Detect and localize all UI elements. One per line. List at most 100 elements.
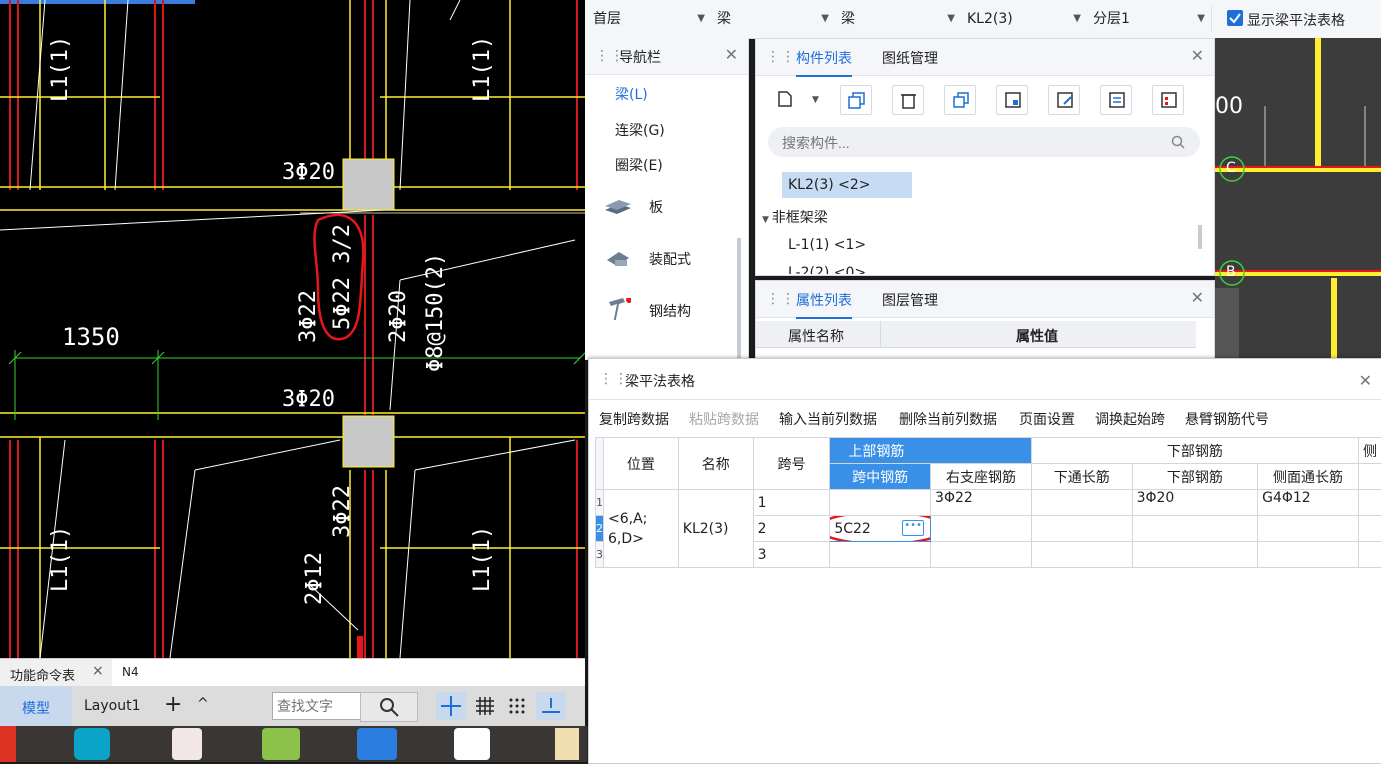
cell-bottom-through[interactable] xyxy=(1031,490,1132,516)
column-header-mid-span[interactable]: 跨中钢筋 xyxy=(830,464,931,490)
paste-span-data-button[interactable]: 粘贴跨数据 xyxy=(689,409,759,429)
cell-span[interactable]: 1 xyxy=(753,490,830,516)
app-icon[interactable] xyxy=(74,728,110,760)
nav-item-coupling-beam[interactable]: 连梁(G) xyxy=(615,120,665,140)
nav-item-ring-beam[interactable]: 圈梁(E) xyxy=(615,155,663,175)
cell-side-through[interactable] xyxy=(1258,516,1359,542)
cell-side-through[interactable]: G4Φ12 xyxy=(1258,490,1359,516)
more-options-icon[interactable]: ••• xyxy=(902,520,924,536)
list-button[interactable] xyxy=(1100,85,1132,115)
cell-mid-span[interactable] xyxy=(830,542,931,568)
column-header-right-support[interactable]: 右支座钢筋 xyxy=(931,464,1032,490)
app-icon[interactable] xyxy=(357,728,397,760)
cell-bottom-bar[interactable] xyxy=(1132,542,1258,568)
new-component-button[interactable] xyxy=(770,85,800,113)
3d-view[interactable]: C B 00 xyxy=(1215,38,1381,360)
command-table-tab[interactable]: 功能命令表 xyxy=(10,665,75,684)
app-icon[interactable] xyxy=(454,728,490,760)
search-input[interactable] xyxy=(780,132,1164,154)
cell-span[interactable]: 2 xyxy=(753,516,830,542)
grid-icon[interactable] xyxy=(472,692,498,720)
swap-start-span-button[interactable]: 调换起始跨 xyxy=(1095,409,1165,429)
list-item[interactable]: L-1(1) <1> xyxy=(788,237,866,253)
show-table-checkbox[interactable] xyxy=(1227,10,1243,26)
folder-icon[interactable] xyxy=(555,728,579,760)
row-number[interactable]: 1 xyxy=(596,490,604,516)
dot-grid-icon[interactable] xyxy=(504,692,530,720)
cell-overflow[interactable] xyxy=(1358,516,1381,542)
copy-button[interactable] xyxy=(840,85,872,115)
tab-layer-management[interactable]: 图层管理 xyxy=(882,290,938,310)
row-number[interactable]: 3 xyxy=(596,542,604,568)
component-select[interactable]: KL2(3)▼ xyxy=(961,6,1088,32)
chevron-up-icon[interactable]: ^ xyxy=(197,696,209,712)
cell-mid-span-editing[interactable]: 5C22 ••• xyxy=(830,516,931,542)
edit-button[interactable] xyxy=(1048,85,1080,115)
column-group-side-rebar[interactable]: 侧 xyxy=(1358,438,1381,464)
cell-span[interactable]: 3 xyxy=(753,542,830,568)
row-number[interactable]: 2 xyxy=(596,516,604,542)
cad-canvas[interactable]: 3Φ20 3Φ20 1350 5Φ22 3/2 3Φ22 2Φ20 Φ8@150… xyxy=(0,0,585,658)
delete-column-data-button[interactable]: 删除当前列数据 xyxy=(899,409,997,429)
cell-overflow[interactable] xyxy=(1358,542,1381,568)
tab-component-list[interactable]: 构件列表 xyxy=(796,48,852,68)
input-column-data-button[interactable]: 输入当前列数据 xyxy=(779,409,877,429)
cell-mid-span[interactable] xyxy=(830,490,931,516)
cantilever-code-button[interactable]: 悬臂钢筋代号 xyxy=(1185,409,1269,429)
tab-model[interactable]: 模型 xyxy=(0,686,72,726)
close-icon[interactable]: ✕ xyxy=(725,45,738,64)
column-header-span[interactable]: 跨号 xyxy=(753,438,830,490)
cell-bottom-bar[interactable]: 3Φ20 xyxy=(1132,490,1258,516)
table-row[interactable]: 1 <6,A; 6,D> KL2(3) 1 3Φ22 3Φ20 G4Φ12 xyxy=(596,490,1381,516)
chevron-down-icon[interactable]: ▼ xyxy=(812,95,819,105)
column-header-side-through[interactable]: 侧面通长筋 xyxy=(1258,464,1359,490)
search-button[interactable] xyxy=(360,692,418,722)
properties-button[interactable] xyxy=(1152,85,1184,115)
cell-side-through[interactable] xyxy=(1258,542,1359,568)
tab-layout1[interactable]: Layout1 xyxy=(84,698,141,714)
column-group-top-rebar[interactable]: 上部钢筋 xyxy=(830,438,1032,464)
close-icon[interactable]: ✕ xyxy=(1359,371,1372,390)
nav-item-beam[interactable]: 梁(L) xyxy=(615,84,648,104)
command-input[interactable]: N4 xyxy=(112,659,585,687)
drag-handle-icon[interactable]: ⋮⋮ xyxy=(766,291,796,307)
nav-category-steel[interactable]: 钢结构 xyxy=(585,286,735,336)
tree-group-non-frame-beam[interactable]: ▼ 非框架梁 xyxy=(762,207,828,227)
delete-button[interactable] xyxy=(892,85,924,115)
cell-right-support[interactable] xyxy=(931,516,1032,542)
close-icon[interactable]: ✕ xyxy=(1191,46,1204,65)
cell-position[interactable]: <6,A; 6,D> xyxy=(604,490,679,568)
layer-select[interactable]: 分层1▼ xyxy=(1087,6,1212,32)
app-icon[interactable] xyxy=(172,728,202,760)
column-group-bottom-rebar[interactable]: 下部钢筋 xyxy=(1031,438,1358,464)
column-header-overflow[interactable] xyxy=(1358,464,1381,490)
app-icon[interactable] xyxy=(262,728,300,760)
column-header-name[interactable]: 名称 xyxy=(678,438,753,490)
close-icon[interactable]: × xyxy=(92,663,104,679)
column-header-position[interactable]: 位置 xyxy=(604,438,679,490)
subtype-select[interactable]: 梁▼ xyxy=(835,6,962,32)
duplicate-button[interactable] xyxy=(944,85,976,115)
ortho-icon[interactable] xyxy=(536,692,566,720)
copy-span-data-button[interactable]: 复制跨数据 xyxy=(599,409,669,429)
nav-category-slab[interactable]: 板 xyxy=(585,182,735,232)
tab-drawing-management[interactable]: 图纸管理 xyxy=(882,48,938,68)
app-icon[interactable] xyxy=(0,726,16,762)
column-header-bottom-through[interactable]: 下通长筋 xyxy=(1031,464,1132,490)
cell-name[interactable]: KL2(3) xyxy=(678,490,753,568)
floor-select[interactable]: 首层▼ xyxy=(587,6,712,32)
column-header-bottom-bar[interactable]: 下部钢筋 xyxy=(1132,464,1258,490)
list-item-selected[interactable]: KL2(3) <2> xyxy=(782,172,912,198)
cell-bottom-through[interactable] xyxy=(1031,516,1132,542)
close-icon[interactable]: ✕ xyxy=(1191,288,1204,307)
scrollbar[interactable] xyxy=(737,238,741,358)
cell-bottom-bar[interactable] xyxy=(1132,516,1258,542)
scrollbar[interactable] xyxy=(1198,225,1202,249)
cell-right-support[interactable] xyxy=(931,542,1032,568)
type-select[interactable]: 梁▼ xyxy=(711,6,836,32)
find-text-input[interactable] xyxy=(272,692,366,720)
list-item[interactable]: L-2(2) <0> xyxy=(788,265,866,274)
tab-property-list[interactable]: 属性列表 xyxy=(796,290,852,310)
cell-right-support[interactable]: 3Φ22 xyxy=(931,490,1032,516)
add-layout-button[interactable]: + xyxy=(164,692,182,717)
